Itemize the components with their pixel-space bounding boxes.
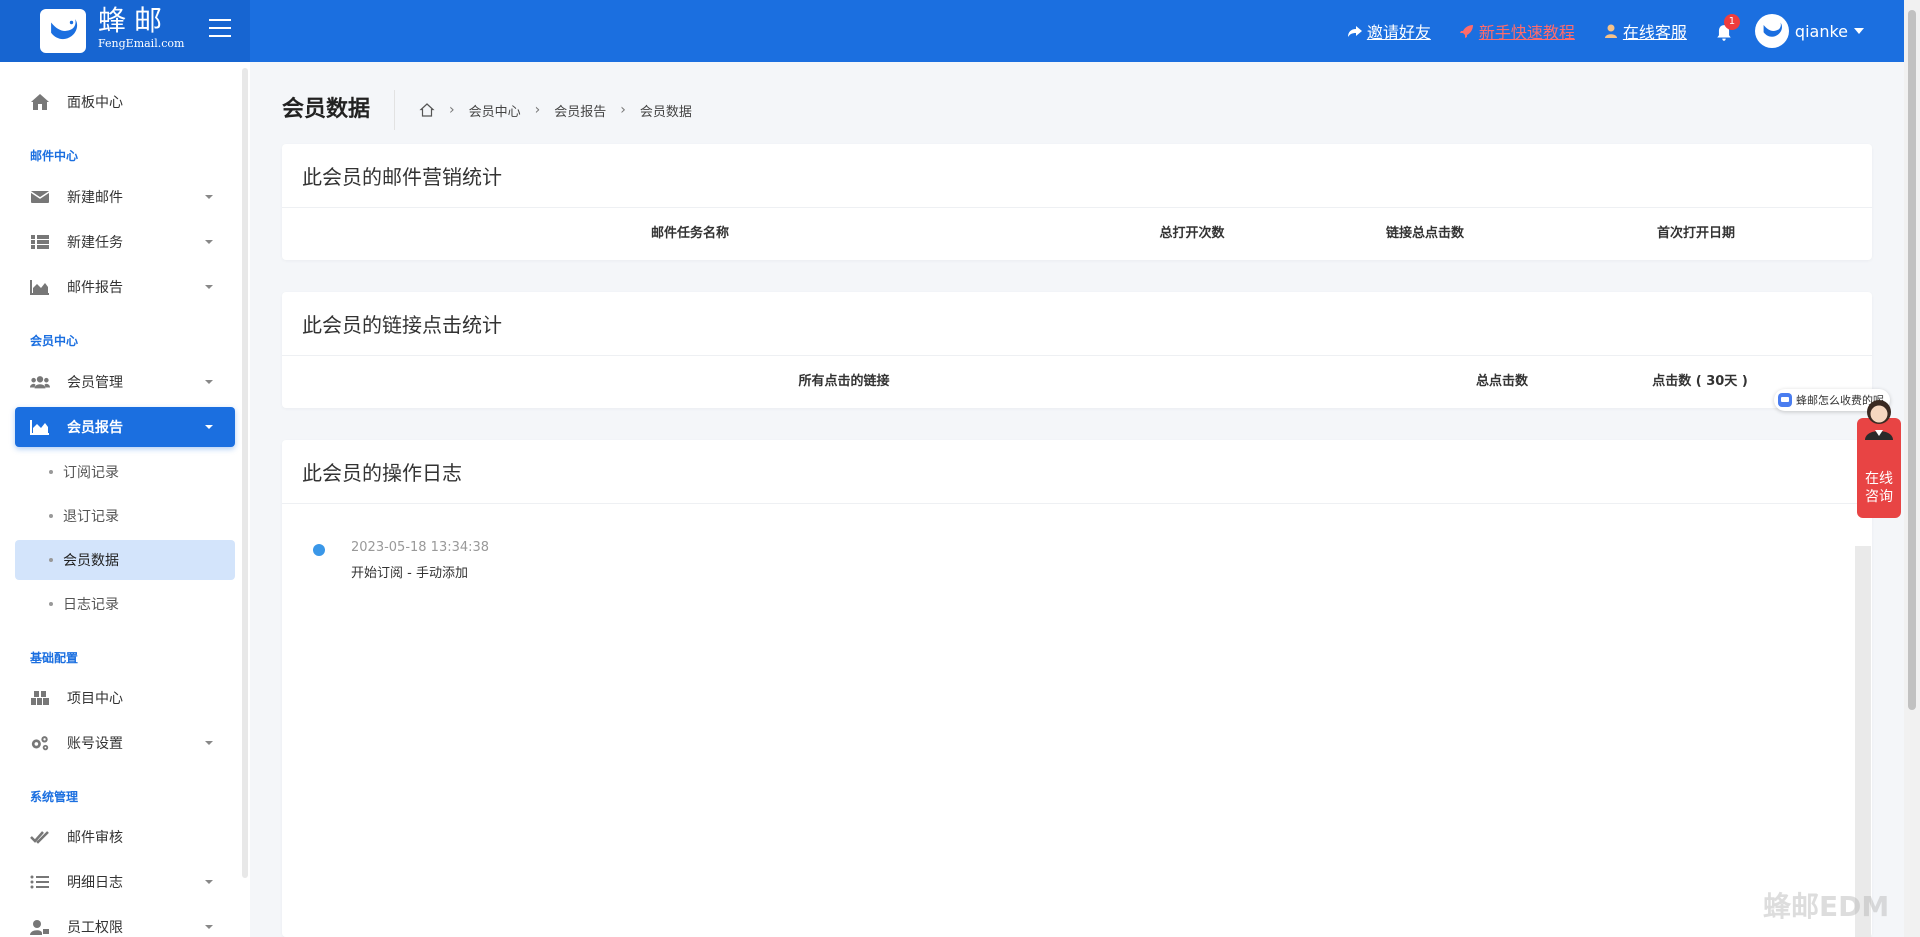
online-service-link[interactable]: 在线客服 bbox=[1603, 19, 1687, 43]
caret-down-icon bbox=[205, 925, 213, 929]
header-actions: 邀请好友 新手快速教程 在线客服 1 qianke bbox=[1319, 0, 1864, 62]
caret-down-icon bbox=[205, 195, 213, 199]
page-header: 会员数据 › 会员中心 › 会员报告 › 会员数据 bbox=[282, 90, 692, 130]
column-header[interactable]: 所有点击的链接 bbox=[798, 370, 889, 389]
chevron-right-icon: › bbox=[620, 102, 626, 118]
invite-friends-link[interactable]: 邀请好友 bbox=[1347, 19, 1431, 43]
agent-avatar-icon bbox=[1865, 400, 1893, 440]
envelope-icon bbox=[29, 188, 51, 206]
caret-down-icon bbox=[205, 240, 213, 244]
list-icon bbox=[29, 233, 51, 251]
consult-label-line1: 在线 bbox=[1865, 471, 1893, 487]
brand-name-en: FengEmail.com bbox=[98, 37, 185, 50]
sidebar: 面板中心 邮件中心 新建邮件 新建任务 邮件报告 会员中心 会员管理 会员报告 … bbox=[0, 62, 250, 937]
section-config: 基础配置 bbox=[30, 651, 79, 665]
rocket-icon bbox=[1459, 25, 1473, 38]
user-menu[interactable]: qianke bbox=[1754, 14, 1864, 48]
list-ul-icon bbox=[29, 873, 51, 891]
username: qianke bbox=[1794, 21, 1848, 41]
main-content: 会员数据 › 会员中心 › 会员报告 › 会员数据 此会员的邮件营销统计 邮件任… bbox=[250, 62, 1904, 937]
card-title: 此会员的邮件营销统计 bbox=[282, 144, 1872, 208]
chat-icon bbox=[1778, 393, 1792, 407]
avatar bbox=[1754, 14, 1789, 48]
mail-stats-card: 此会员的邮件营销统计 邮件任务名称 总打开次数 链接总点击数 首次打开日期 bbox=[282, 144, 1872, 260]
table-header: 所有点击的链接 总点击数 点击数 ( 30天 ) bbox=[282, 356, 1872, 398]
sidebar-item-new-task[interactable]: 新建任务 bbox=[15, 222, 235, 262]
area-chart-icon bbox=[29, 278, 51, 296]
cubes-icon bbox=[29, 689, 51, 707]
online-consult-button[interactable]: 在线 咨询 bbox=[1857, 400, 1901, 518]
consult-label-line2: 咨询 bbox=[1865, 489, 1893, 505]
inner-scrollbar[interactable] bbox=[1855, 546, 1871, 937]
card-title: 此会员的链接点击统计 bbox=[282, 292, 1872, 356]
link-stats-card: 此会员的链接点击统计 所有点击的链接 总点击数 点击数 ( 30天 ) bbox=[282, 292, 1872, 408]
logo-text[interactable]: 蜂邮 FengEmail.com bbox=[98, 6, 184, 51]
sidebar-item-member-report[interactable]: 会员报告 bbox=[15, 407, 235, 447]
log-time: 2023-05-18 13:34:38 bbox=[351, 540, 490, 555]
quick-tutorial-link[interactable]: 新手快速教程 bbox=[1459, 19, 1575, 43]
chevron-right-icon: › bbox=[534, 102, 541, 118]
log-text: 开始订阅 - 手动添加 bbox=[351, 566, 468, 581]
caret-down-icon bbox=[205, 741, 213, 745]
area-chart-icon bbox=[29, 418, 51, 436]
double-check-icon bbox=[29, 828, 51, 846]
users-icon bbox=[29, 373, 51, 391]
sidebar-item-new-mail[interactable]: 新建邮件 bbox=[15, 177, 235, 217]
section-mail: 邮件中心 bbox=[30, 149, 79, 163]
sidebar-item-mail-report[interactable]: 邮件报告 bbox=[15, 267, 235, 307]
caret-down-icon bbox=[205, 425, 213, 429]
sidebar-scrollbar[interactable] bbox=[242, 68, 248, 878]
table-header: 邮件任务名称 总打开次数 链接总点击数 首次打开日期 bbox=[282, 208, 1872, 250]
breadcrumb-member-report[interactable]: 会员报告 bbox=[554, 101, 606, 120]
breadcrumb-member-center[interactable]: 会员中心 bbox=[469, 101, 521, 120]
page-scrollbar[interactable] bbox=[1904, 0, 1920, 937]
home-icon[interactable] bbox=[419, 99, 435, 122]
sidebar-subitem-unsubscribe-records[interactable]: 退订记录 bbox=[15, 496, 235, 536]
sidebar-item-detail-log[interactable]: 明细日志 bbox=[15, 862, 235, 902]
sidebar-item-project-center[interactable]: 项目中心 bbox=[15, 678, 235, 718]
breadcrumb-member-data: 会员数据 bbox=[639, 104, 692, 120]
user-icon bbox=[1604, 24, 1617, 38]
column-header[interactable]: 链接总点击数 bbox=[1386, 222, 1464, 241]
notification-badge: 1 bbox=[1723, 14, 1740, 30]
timeline-dot bbox=[313, 544, 325, 556]
watermark: 蜂邮EDM bbox=[1763, 890, 1890, 923]
sidebar-item-mail-review[interactable]: 邮件审核 bbox=[15, 817, 235, 857]
sidebar-item-account-settings[interactable]: 账号设置 bbox=[15, 723, 235, 763]
caret-down-icon bbox=[205, 880, 213, 884]
sidebar-subitem-log-records[interactable]: 日志记录 bbox=[15, 584, 235, 624]
home-icon bbox=[29, 93, 51, 111]
logo-area: 蜂邮 FengEmail.com bbox=[0, 0, 250, 62]
gears-icon bbox=[29, 734, 51, 752]
page-title: 会员数据 bbox=[282, 90, 396, 130]
sidebar-subitem-member-data[interactable]: 会员数据 bbox=[15, 540, 235, 580]
bird-logo-icon bbox=[1763, 22, 1782, 37]
chevron-down-icon bbox=[1854, 28, 1864, 34]
column-header[interactable]: 总点击数 bbox=[1476, 370, 1528, 389]
notification-bell[interactable]: 1 bbox=[1715, 14, 1740, 42]
breadcrumb: › 会员中心 › 会员报告 › 会员数据 bbox=[419, 99, 692, 122]
operation-log-card: 此会员的操作日志 2023-05-18 13:34:38 开始订阅 - 手动添加 bbox=[282, 440, 1872, 937]
column-header[interactable]: 总打开次数 bbox=[1159, 222, 1224, 241]
chevron-right-icon: › bbox=[449, 102, 455, 118]
card-title: 此会员的操作日志 bbox=[282, 440, 1872, 504]
column-header[interactable]: 首次打开日期 bbox=[1657, 222, 1735, 241]
sidebar-item-staff-permission[interactable]: 员工权限 bbox=[15, 907, 235, 937]
menu-toggle-icon[interactable] bbox=[209, 19, 231, 37]
caret-down-icon bbox=[205, 285, 213, 289]
section-member: 会员中心 bbox=[30, 334, 79, 348]
section-system: 系统管理 bbox=[30, 790, 79, 804]
page-scrollbar-thumb[interactable] bbox=[1908, 10, 1916, 710]
column-header[interactable]: 邮件任务名称 bbox=[651, 222, 729, 241]
sidebar-item-member-manage[interactable]: 会员管理 bbox=[15, 362, 235, 402]
user-lock-icon bbox=[29, 918, 51, 936]
column-header[interactable]: 点击数 ( 30天 ) bbox=[1652, 370, 1748, 389]
sidebar-item-dashboard[interactable]: 面板中心 bbox=[15, 82, 235, 122]
logo-icon[interactable] bbox=[40, 9, 86, 53]
brand-name-cn: 蜂邮 bbox=[98, 4, 171, 37]
top-bar: 蜂邮 FengEmail.com 邀请好友 新手快速教程 在线客服 1 qian… bbox=[0, 0, 1904, 62]
sidebar-subitem-subscribe-records[interactable]: 订阅记录 bbox=[15, 452, 235, 492]
caret-down-icon bbox=[205, 380, 213, 384]
share-icon bbox=[1347, 26, 1362, 37]
